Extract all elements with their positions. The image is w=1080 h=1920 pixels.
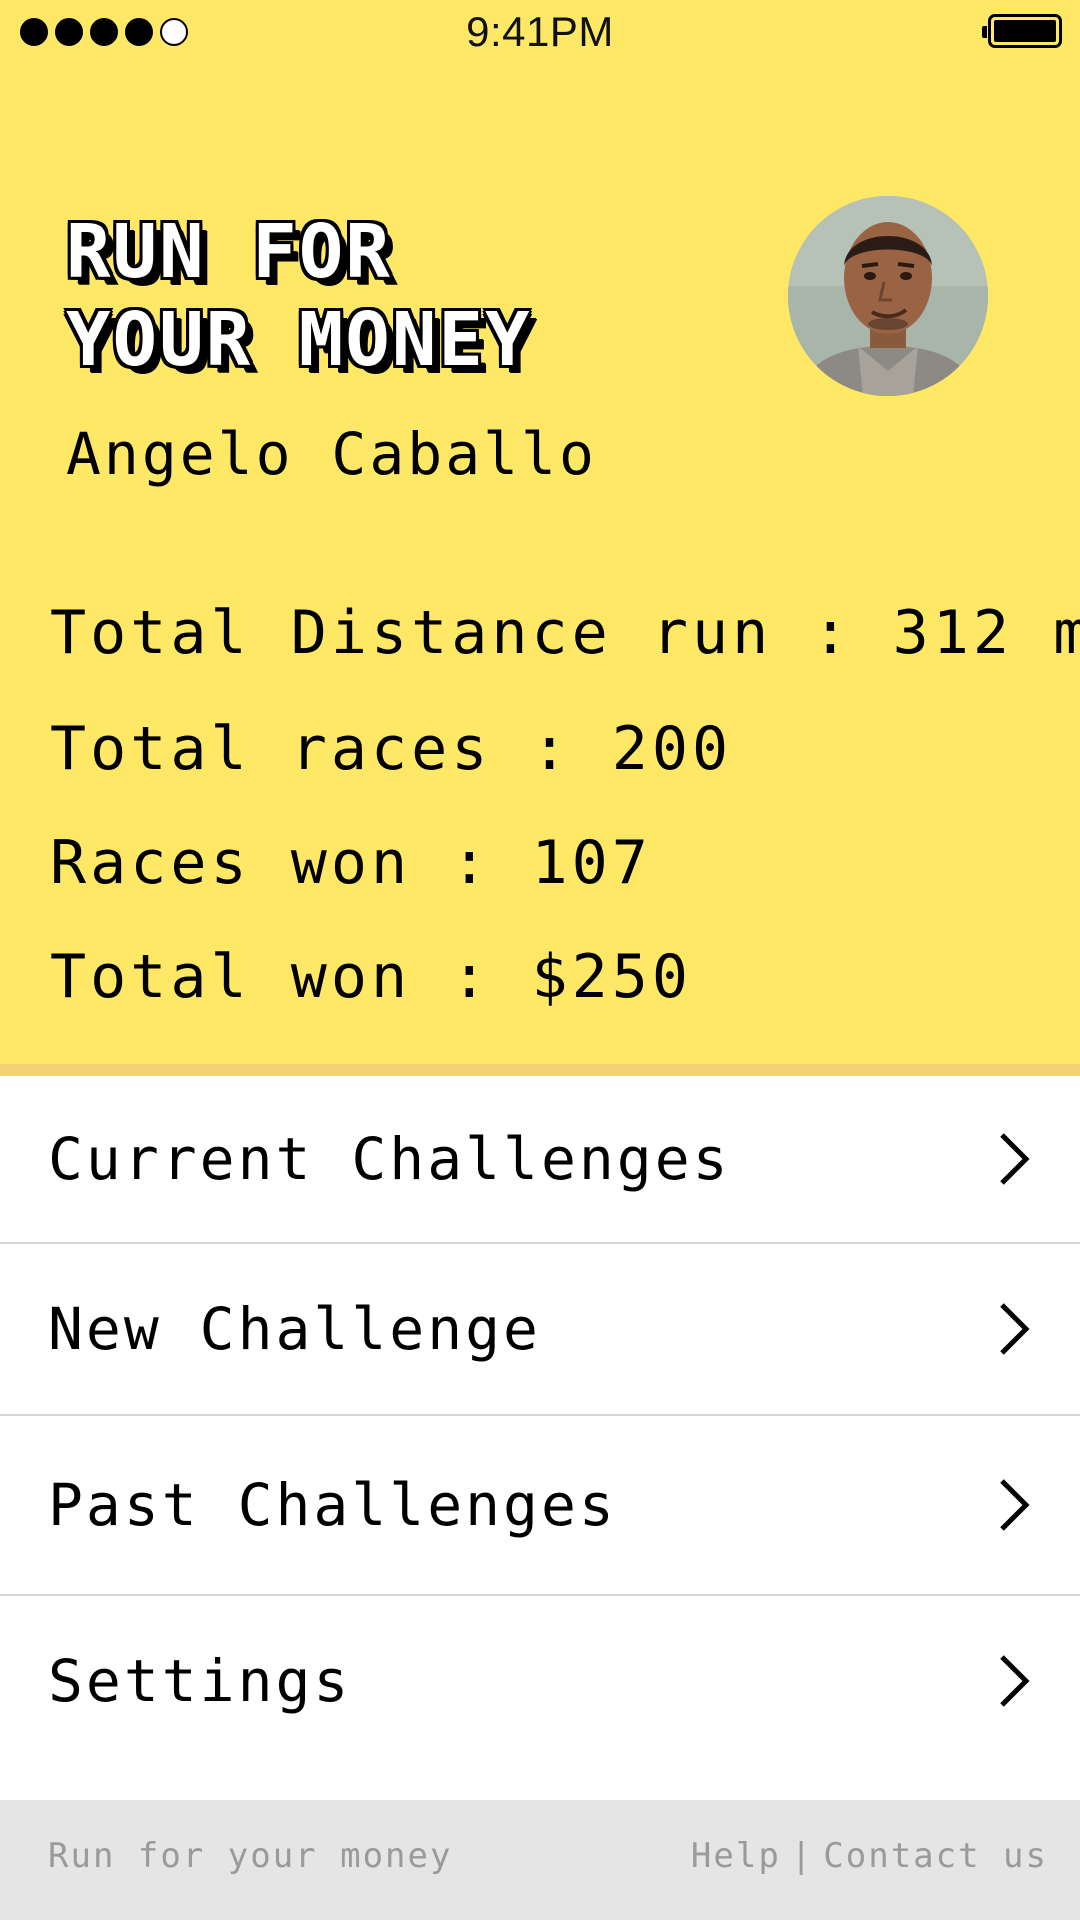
avatar-photo-icon: [788, 196, 988, 396]
status-time: 9:41PM: [466, 8, 614, 55]
footer-links: Help | Contact us: [691, 1836, 1048, 1876]
app-title: RUN FOR YOUR MONEY: [66, 209, 532, 383]
header-divider: [0, 1064, 1080, 1076]
battery-nub: [982, 26, 987, 38]
menu-item-label: Settings: [48, 1647, 352, 1715]
footer-app-name: Run for your money: [48, 1836, 453, 1876]
help-link[interactable]: Help: [691, 1836, 781, 1876]
stat-races-won: Races won : 107: [50, 828, 652, 898]
menu-item-label: Past Challenges: [48, 1471, 617, 1539]
stat-total-won: Total won : $250: [50, 942, 692, 1012]
battery-icon: [982, 14, 1062, 48]
chevron-right-icon: [1000, 1479, 1030, 1531]
profile-header: [0, 0, 1080, 1064]
avatar[interactable]: [788, 196, 988, 396]
stat-total-distance: Total Distance run : 312 mi: [50, 598, 1080, 668]
chevron-right-icon: [1000, 1655, 1030, 1707]
contact-us-link[interactable]: Contact us: [823, 1836, 1048, 1876]
chevron-right-icon: [1000, 1133, 1030, 1185]
profile-screen: 9:41PM RUN FOR YOUR MONEY Angelo Caballo…: [0, 0, 1080, 1920]
status-bar: 9:41PM: [0, 0, 1080, 66]
menu-item-label: New Challenge: [48, 1295, 541, 1363]
footer-separator: |: [790, 1836, 814, 1876]
menu-item-settings[interactable]: Settings: [0, 1596, 1080, 1766]
menu-item-new-challenge[interactable]: New Challenge: [0, 1244, 1080, 1416]
menu-item-label: Current Challenges: [48, 1125, 731, 1193]
chevron-right-icon: [1000, 1303, 1030, 1355]
menu-item-current-challenges[interactable]: Current Challenges: [0, 1076, 1080, 1244]
battery-fill: [994, 20, 1056, 42]
footer: Run for your money Help | Contact us: [0, 1800, 1080, 1920]
user-name: Angelo Caballo: [66, 420, 597, 488]
stat-total-races: Total races : 200: [50, 714, 733, 784]
menu-item-past-challenges[interactable]: Past Challenges: [0, 1416, 1080, 1596]
